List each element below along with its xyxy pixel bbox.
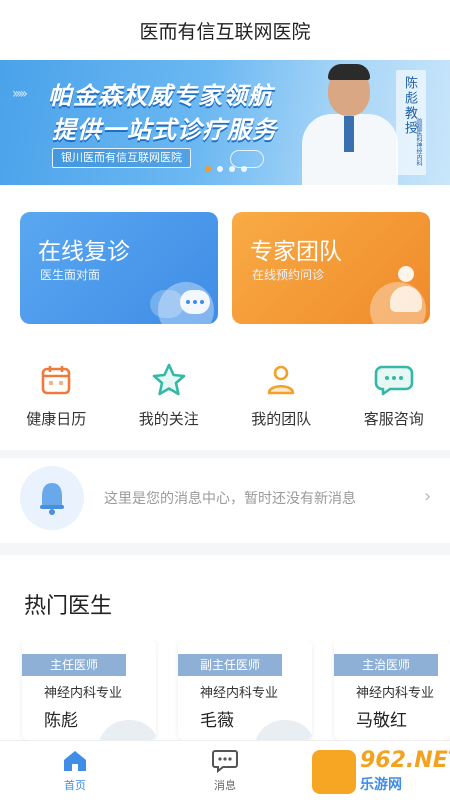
doctor-card[interactable]: 主治医师 神经内科专业 马敬红 [334,640,450,740]
doctor-name: 毛薇 [200,711,234,731]
expert-team-card[interactable]: 专家团队 在线预约问诊 [232,212,430,324]
star-icon [149,360,189,400]
banner-hospital-label: 银川医而有信互联网医院 [52,148,191,168]
doctor-specialty: 神经内科专业 [356,686,435,701]
online-followup-card[interactable]: 在线复诊 医生面对面 [20,212,218,324]
card-title: 在线复诊 [38,239,130,265]
doctor-name: 马敬红 [356,711,407,731]
customer-service-button[interactable]: 客服咨询 [338,360,450,440]
doctor-title-badge: 副主任医师 [178,654,282,676]
site-watermark: 962.NET 乐游网 [300,744,450,800]
message-icon [212,749,238,773]
doctor-card[interactable]: 副主任医师 神经内科专业 毛薇 [178,640,312,740]
doctor-name-tag: 陈彪教授 首都医科神经内科 [396,70,426,175]
message-center-row[interactable]: 这里是您的消息中心，暂时还没有新消息 › [0,458,450,543]
doctor-specialty: 神经内科专业 [200,686,279,701]
doctor-title-badge: 主治医师 [334,654,438,676]
person-icon [388,266,424,316]
quick-action-label: 我的关注 [138,410,199,428]
quick-action-label: 我的团队 [251,410,312,428]
shopping-bag-icon [312,750,356,794]
tab-label: 消息 [214,778,236,792]
carousel-dot[interactable] [205,166,211,172]
doctor-specialty: 神经内科专业 [44,686,123,701]
tab-home[interactable]: 首页 [0,741,150,800]
watermark-brand: 962.NET [360,748,450,773]
chevron-right-icon: › [424,486,432,507]
carousel-dots[interactable] [205,166,247,172]
message-center-text: 这里是您的消息中心，暂时还没有新消息 [104,491,356,507]
calendar-icon [36,360,76,400]
carousel-dot[interactable] [241,166,247,172]
doctor-avatar [254,720,312,740]
quick-action-label: 客服咨询 [363,410,424,428]
doctor-dept: 首都医科神经内科 [415,118,422,166]
doctor-card[interactable]: 主任医师 神经内科专业 陈彪 [22,640,156,740]
doctor-title-badge: 主任医师 [22,654,126,676]
my-follows-button[interactable]: 我的关注 [113,360,226,440]
carousel-dot[interactable] [229,166,235,172]
doctor-name: 陈彪 [44,711,78,731]
my-team-button[interactable]: 我的团队 [225,360,338,440]
card-subtitle: 医生面对面 [40,268,101,282]
carousel-dot[interactable] [217,166,223,172]
chat-bubble-icon [180,290,210,314]
doctor-avatar [98,720,156,740]
hot-doctors-title: 热门医生 [24,594,113,619]
banner-headline-1: 帕金森权威专家领航 [48,82,273,110]
arrows-decoration-icon: ››››› [12,86,28,102]
page-title: 医而有信互联网医院 [0,0,450,60]
bell-icon [20,466,84,530]
quick-action-label: 健康日历 [26,410,87,428]
card-title: 专家团队 [250,239,342,265]
chat-icon [374,360,414,400]
health-calendar-button[interactable]: 健康日历 [0,360,113,440]
watermark-sub: 乐游网 [360,777,402,793]
doctor-photo [300,60,398,185]
tab-label: 首页 [64,778,86,792]
section-divider [0,543,450,555]
card-subtitle: 在线预约问诊 [252,268,325,282]
section-divider [0,450,450,458]
tab-messages[interactable]: 消息 [150,741,300,800]
team-icon [261,360,301,400]
banner-headline-2: 提供一站式诊疗服务 [52,116,277,144]
home-icon [64,750,86,771]
